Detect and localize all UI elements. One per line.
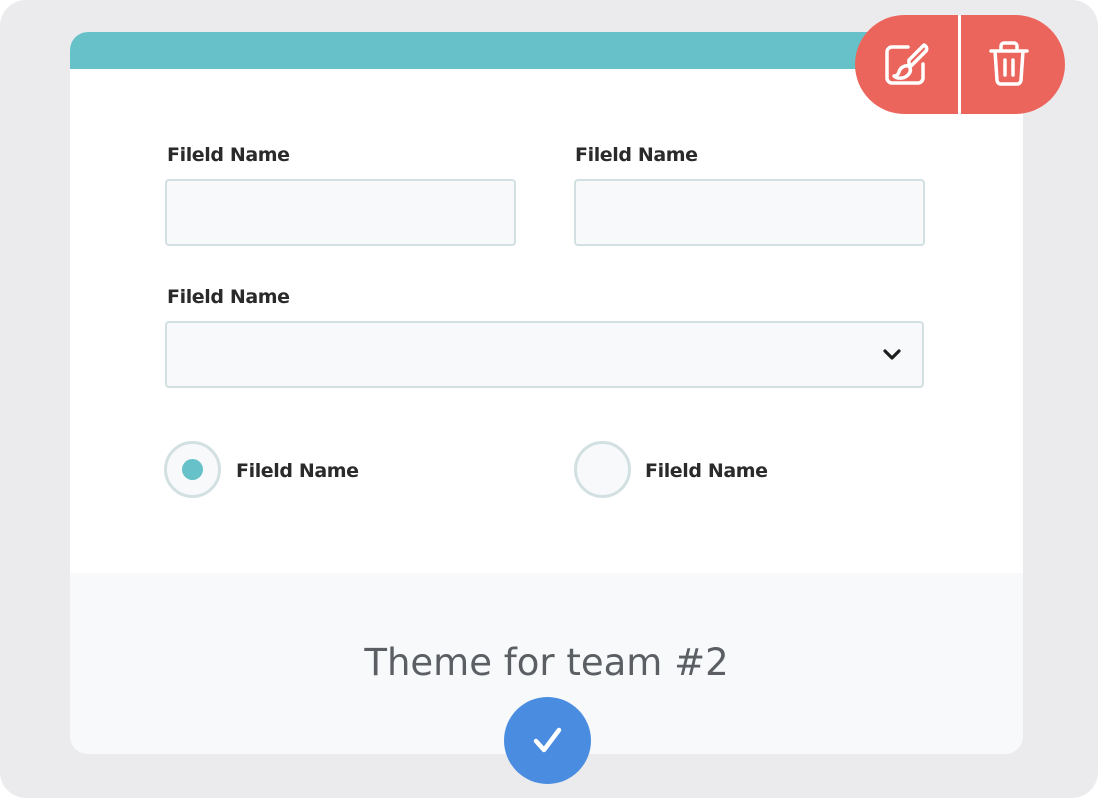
chevron-down-icon <box>883 349 901 360</box>
theme-title: Theme for team #2 <box>364 641 729 684</box>
trash-icon <box>989 41 1029 86</box>
field-label-2: Fileld Name <box>575 144 698 166</box>
paintbrush-icon <box>885 43 929 85</box>
text-input-1[interactable] <box>165 179 516 246</box>
field-label-3: Fileld Name <box>167 286 290 308</box>
field-label-1: Fileld Name <box>167 144 290 166</box>
card-actions <box>855 15 1065 114</box>
theme-preview-card[interactable]: Fileld Name Fileld Name Fileld Name File… <box>70 32 1023 754</box>
theme-selected-check-button[interactable] <box>504 697 591 784</box>
select-dropdown[interactable] <box>165 321 924 388</box>
radio-label-1: Fileld Name <box>236 460 359 482</box>
radio-option-1[interactable] <box>164 441 221 498</box>
radio-selected-dot <box>182 459 203 480</box>
delete-theme-button[interactable] <box>961 15 1064 114</box>
text-input-2[interactable] <box>574 179 925 246</box>
radio-label-2: Fileld Name <box>645 460 768 482</box>
radio-option-2[interactable] <box>574 441 631 498</box>
theme-card-frame: Fileld Name Fileld Name Fileld Name File… <box>0 0 1098 798</box>
checkmark-icon <box>533 727 562 753</box>
edit-theme-button[interactable] <box>855 15 958 114</box>
